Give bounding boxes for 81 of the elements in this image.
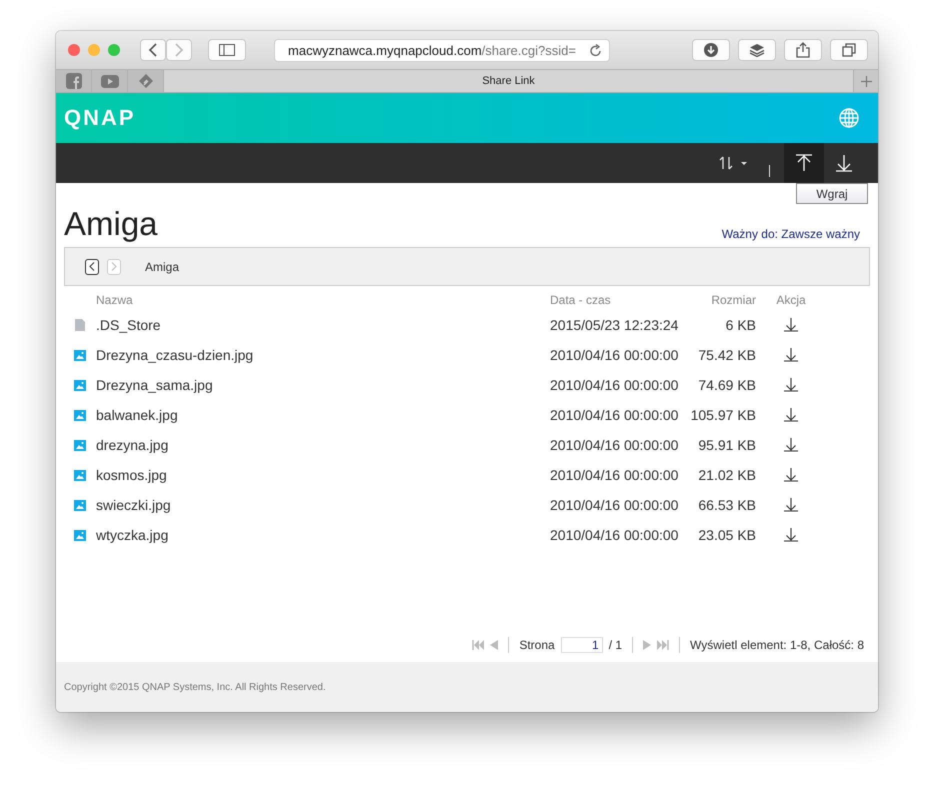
plus-icon xyxy=(860,76,872,86)
layers-button[interactable] xyxy=(738,39,776,61)
logo: QNAP xyxy=(64,105,136,131)
date-cell-text: 2010/04/16 00:00:00 xyxy=(550,467,680,483)
item-count: Wyświetl element: 1-8, Całość: 8 xyxy=(690,638,864,652)
file-icon xyxy=(75,319,85,331)
chevron-right-icon xyxy=(174,43,184,57)
upload-button[interactable] xyxy=(784,143,824,183)
breadcrumb-item[interactable]: Amiga xyxy=(145,260,180,274)
size-cell-text: 66.53 KB xyxy=(697,497,756,513)
chevron-right-icon xyxy=(111,262,117,271)
size-cell-text: 75.42 KB xyxy=(697,347,756,363)
image-icon xyxy=(74,410,86,420)
share-button[interactable] xyxy=(784,39,822,61)
size-cell-text: 21.02 KB xyxy=(697,467,756,483)
column-header[interactable]: Rozmiar xyxy=(690,293,756,307)
download-icon[interactable] xyxy=(784,408,798,422)
size-cell-text: 95.91 KB xyxy=(697,437,756,453)
size-cell-text: 23.05 KB xyxy=(697,527,756,543)
file-name[interactable]: drezyna.jpg xyxy=(96,437,550,453)
download-icon[interactable] xyxy=(784,468,798,482)
tabs-icon xyxy=(842,43,856,57)
date-cell-text: 2010/04/16 00:00:00 xyxy=(550,527,680,543)
download-icon[interactable] xyxy=(784,498,798,512)
download-icon[interactable] xyxy=(784,528,798,542)
copyright-text: Copyright ©2015 QNAP Systems, Inc. All Rights Reserved. xyxy=(64,682,326,692)
file-name[interactable]: .DS_Store xyxy=(96,317,550,333)
reload-icon[interactable] xyxy=(589,44,603,58)
tabs-overview-button[interactable] xyxy=(830,39,868,61)
browser-tab[interactable]: Share Link xyxy=(164,70,853,92)
image-icon xyxy=(74,350,86,360)
chevron-left-icon xyxy=(89,262,95,271)
share-icon xyxy=(796,42,810,58)
size-cell: 105.97 KB xyxy=(690,407,756,423)
file-name[interactable]: Drezyna_czasu-dzien.jpg xyxy=(96,347,550,363)
date-cell-text: 2010/04/16 00:00:00 xyxy=(550,377,680,393)
page-field[interactable]: 1 xyxy=(560,637,603,653)
file-name[interactable]: kosmos.jpg xyxy=(96,467,550,483)
date-cell-text: 2010/04/16 00:00:00 xyxy=(550,497,680,513)
total-pages: / 1 xyxy=(608,638,622,652)
sidebar-icon xyxy=(219,44,235,56)
download-icon xyxy=(835,154,853,172)
column-header[interactable]: Data - czas xyxy=(550,293,690,307)
column-header[interactable]: Akcja xyxy=(756,293,826,307)
feed-icon xyxy=(138,73,154,89)
play-icon xyxy=(100,74,118,88)
layers-icon xyxy=(749,43,765,57)
sidebar-button[interactable] xyxy=(208,39,246,61)
download-icon xyxy=(704,43,718,57)
date-cell-text: 2010/04/16 00:00:00 xyxy=(550,437,680,453)
download-icon[interactable] xyxy=(784,378,798,392)
tooltip: Wgraj xyxy=(796,183,868,204)
page-label: Strona xyxy=(519,638,555,652)
size-cell-text: 6 KB xyxy=(724,317,756,333)
image-icon xyxy=(74,470,86,480)
file-name[interactable]: swieczki.jpg xyxy=(96,497,550,513)
column-header[interactable]: Nazwa xyxy=(96,293,550,307)
folder-title: Amiga xyxy=(64,205,158,243)
image-icon xyxy=(74,530,86,540)
download-icon[interactable] xyxy=(784,348,798,362)
facebook-icon xyxy=(66,73,82,89)
download-icon[interactable] xyxy=(784,318,798,332)
pinned-tab[interactable] xyxy=(56,70,92,92)
address-field[interactable]: macwyznawca.myqnapcloud.com/share.cgi?ssid= xyxy=(274,38,610,62)
file-name[interactable]: balwanek.jpg xyxy=(96,407,550,423)
chevron-left-icon xyxy=(148,43,158,57)
date-cell-text: 2010/04/16 00:00:00 xyxy=(550,407,680,423)
downloads-button[interactable] xyxy=(692,39,730,61)
sort-button[interactable] xyxy=(719,156,749,170)
size-cell-text: 74.69 KB xyxy=(697,377,756,393)
image-icon xyxy=(74,380,86,390)
file-name[interactable]: wtyczka.jpg xyxy=(96,527,550,543)
date-cell-text: 2015/05/23 12:23:24 xyxy=(550,317,680,333)
image-icon xyxy=(74,500,86,510)
image-icon xyxy=(74,440,86,450)
upload-icon xyxy=(795,154,813,172)
download-icon[interactable] xyxy=(784,438,798,452)
validity-text: Ważny do: Zawsze ważny xyxy=(722,227,860,241)
back-button[interactable] xyxy=(85,258,99,274)
date-cell-text: 2010/04/16 00:00:00 xyxy=(550,347,680,363)
file-name[interactable]: Drezyna_sama.jpg xyxy=(96,377,550,393)
